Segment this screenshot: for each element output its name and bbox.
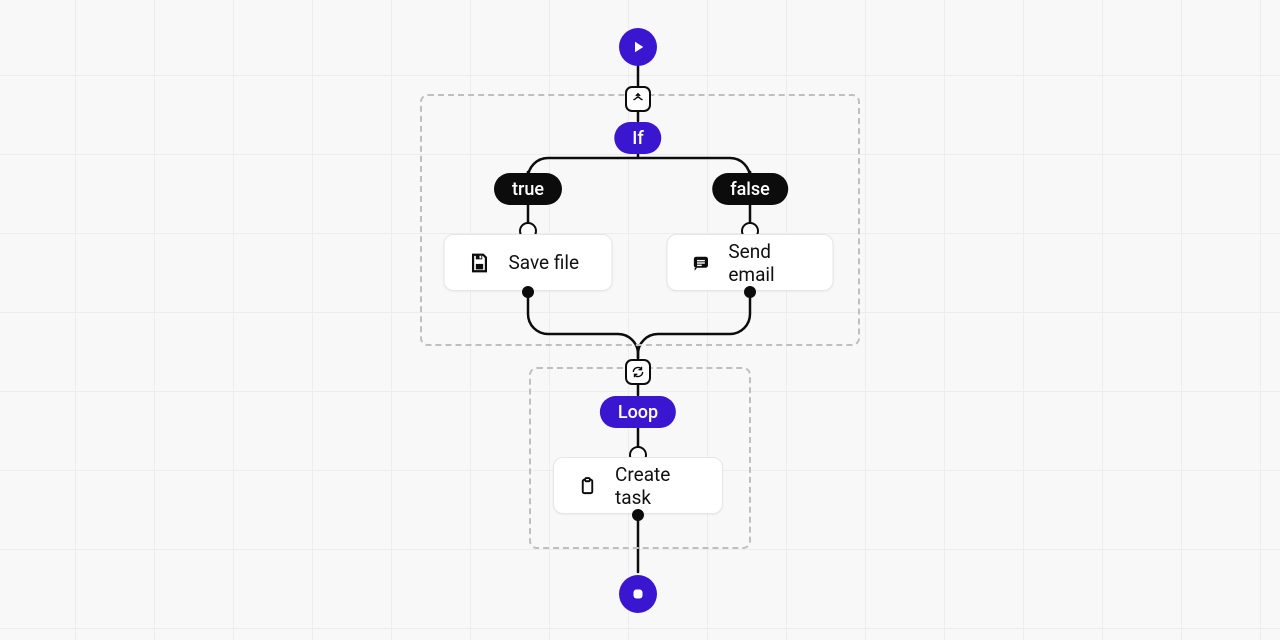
out-port[interactable] <box>632 509 644 521</box>
play-icon <box>629 38 647 56</box>
true-branch-label[interactable]: true <box>494 173 562 205</box>
start-node[interactable] <box>619 28 657 66</box>
branch-glyph[interactable] <box>625 86 651 112</box>
message-icon <box>692 252 711 274</box>
loop-label[interactable]: Loop <box>600 396 676 428</box>
end-node[interactable] <box>619 575 657 613</box>
send-email-node[interactable]: Send email <box>667 234 834 291</box>
save-file-node[interactable]: Save file <box>444 234 613 291</box>
out-port[interactable] <box>744 286 756 298</box>
flow-canvas[interactable]: If true false Save file Send email Loop <box>0 0 1280 640</box>
if-label[interactable]: If <box>614 122 661 154</box>
branch-icon <box>631 92 645 106</box>
create-task-node[interactable]: Create task <box>553 457 723 514</box>
send-email-label: Send email <box>728 240 808 286</box>
create-task-label: Create task <box>615 463 698 509</box>
clipboard-icon <box>578 475 597 497</box>
false-branch-label[interactable]: false <box>712 173 788 205</box>
save-icon <box>469 252 491 274</box>
save-file-label: Save file <box>509 251 580 274</box>
cycle-icon <box>631 365 645 379</box>
stop-icon <box>629 585 647 603</box>
out-port[interactable] <box>522 286 534 298</box>
loop-glyph[interactable] <box>625 359 651 385</box>
